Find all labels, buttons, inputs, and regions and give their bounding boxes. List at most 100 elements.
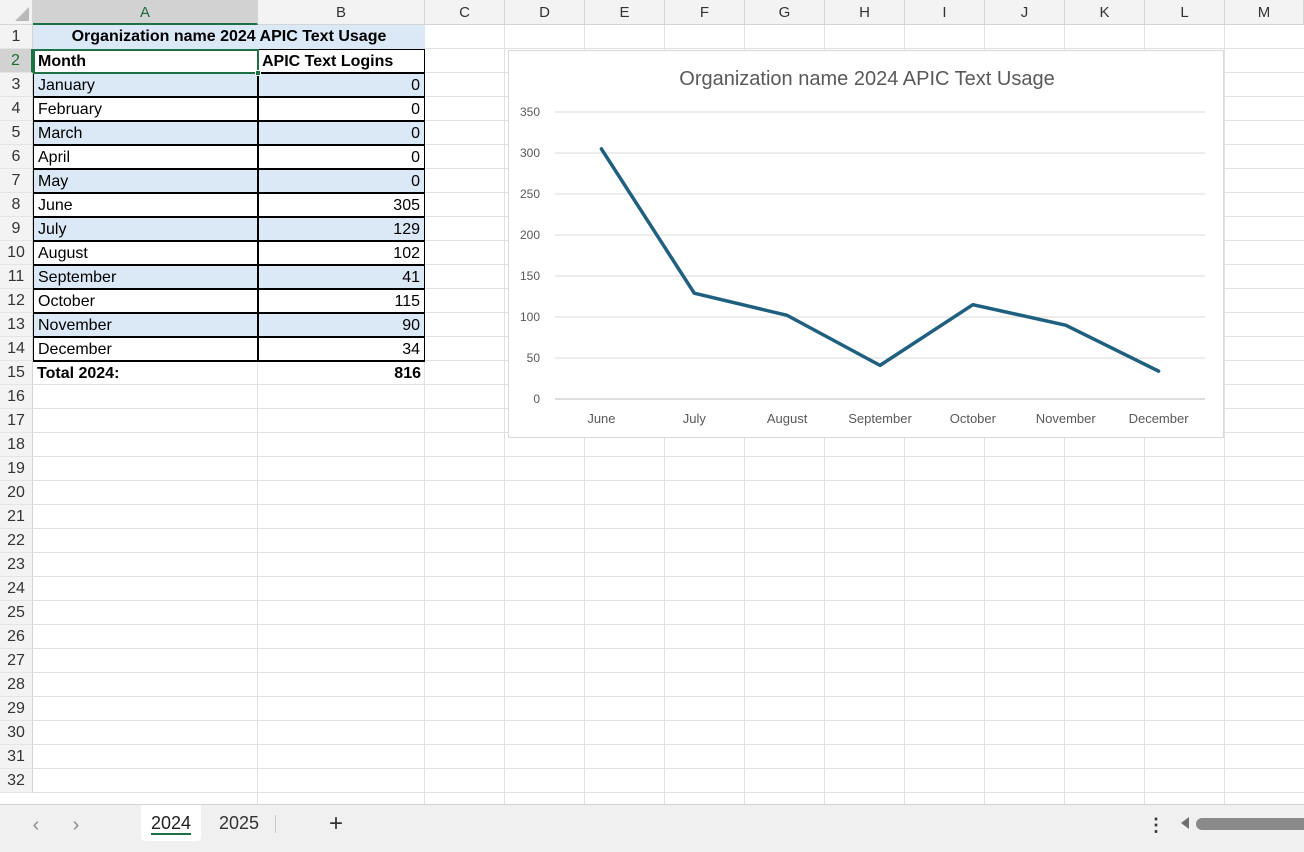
row-header-12[interactable]: 12 [0,289,33,313]
logins-cell[interactable]: 0 [258,169,425,193]
column-header-m[interactable]: M [1225,0,1304,25]
column-header-g[interactable]: G [745,0,825,25]
row-header-2[interactable]: 2 [0,49,33,73]
data-point[interactable] [971,303,975,307]
series-line[interactable] [599,147,1161,373]
month-cell[interactable]: January [33,73,258,97]
row-header-13[interactable]: 13 [0,313,33,337]
logins-cell[interactable]: 0 [258,73,425,97]
data-point[interactable] [692,291,696,295]
logins-cell[interactable]: 41 [258,265,425,289]
column-header-c[interactable]: C [425,0,505,25]
column-header-a[interactable]: A [33,0,258,25]
column-header-f[interactable]: F [665,0,745,25]
data-point[interactable] [785,313,789,317]
sheet-tab-2024[interactable]: 2024 [141,805,201,841]
row-header-27[interactable]: 27 [0,649,33,673]
row-header-25[interactable]: 25 [0,601,33,625]
row-header-11[interactable]: 11 [0,265,33,289]
row-header-16[interactable]: 16 [0,385,33,409]
row-header-30[interactable]: 30 [0,721,33,745]
logins-cell[interactable]: 0 [258,145,425,169]
row-header-19[interactable]: 19 [0,457,33,481]
row-gridline [33,504,1304,505]
chevron-left-icon[interactable]: ‹ [24,813,48,837]
table-title-cell[interactable]: Organization name 2024 APIC Text Usage [33,25,425,49]
horizontal-scrollbar-thumb[interactable] [1196,818,1304,830]
month-cell[interactable]: April [33,145,258,169]
row-header-20[interactable]: 20 [0,481,33,505]
data-point[interactable] [1064,323,1068,327]
column-header-l[interactable]: L [1145,0,1225,25]
row-header-14[interactable]: 14 [0,337,33,361]
month-cell[interactable]: September [33,265,258,289]
month-cell[interactable]: February [33,97,258,121]
month-cell[interactable]: October [33,289,258,313]
row-header-26[interactable]: 26 [0,625,33,649]
data-point[interactable] [878,363,882,367]
logins-cell[interactable]: 102 [258,241,425,265]
total-label-cell[interactable]: Total 2024: [33,361,258,385]
y-tick-label: 0 [533,392,540,406]
column-header-k[interactable]: K [1065,0,1145,25]
row-gridline [33,624,1304,625]
row-header-3[interactable]: 3 [0,73,33,97]
row-header-29[interactable]: 29 [0,697,33,721]
fill-handle[interactable] [255,70,261,76]
column-header-i[interactable]: I [905,0,985,25]
row-header-22[interactable]: 22 [0,529,33,553]
logins-cell[interactable]: 34 [258,337,425,361]
x-tick-label: December [1129,411,1190,426]
row-header-18[interactable]: 18 [0,433,33,457]
row-header-10[interactable]: 10 [0,241,33,265]
select-all-corner[interactable] [0,0,33,25]
month-cell[interactable]: December [33,337,258,361]
column-header-d[interactable]: D [505,0,585,25]
row-header-21[interactable]: 21 [0,505,33,529]
month-cell[interactable]: August [33,241,258,265]
logins-cell[interactable]: 305 [258,193,425,217]
column-header-h[interactable]: H [825,0,905,25]
row-gridline [33,768,1304,769]
row-header-7[interactable]: 7 [0,169,33,193]
logins-cell[interactable]: 129 [258,217,425,241]
more-options-icon[interactable]: ⋮ [1146,813,1166,837]
line-chart[interactable]: Organization name 2024 APIC Text Usage 0… [508,50,1224,438]
scroll-left-arrow-icon[interactable] [1181,817,1189,829]
row-header-8[interactable]: 8 [0,193,33,217]
total-value-cell[interactable]: 816 [258,361,425,385]
row-header-17[interactable]: 17 [0,409,33,433]
logins-cell[interactable]: 90 [258,313,425,337]
y-tick-label: 100 [520,310,540,324]
logins-cell[interactable]: 0 [258,97,425,121]
add-sheet-button[interactable]: + [322,811,350,837]
column-header-e[interactable]: E [585,0,665,25]
row-header-9[interactable]: 9 [0,217,33,241]
row-header-4[interactable]: 4 [0,97,33,121]
month-cell[interactable]: May [33,169,258,193]
row-header-24[interactable]: 24 [0,577,33,601]
row-header-28[interactable]: 28 [0,673,33,697]
row-header-5[interactable]: 5 [0,121,33,145]
row-header-6[interactable]: 6 [0,145,33,169]
sheet-tab-2025[interactable]: 2025 [206,805,272,841]
month-cell[interactable]: June [33,193,258,217]
logins-cell[interactable]: 115 [258,289,425,313]
chevron-right-icon[interactable]: › [64,813,88,837]
row-header-32[interactable]: 32 [0,769,33,793]
row-header-23[interactable]: 23 [0,553,33,577]
data-point[interactable] [1157,369,1161,373]
header-logins-cell[interactable]: APIC Text Logins [258,49,425,73]
month-cell[interactable]: July [33,217,258,241]
row-header-15[interactable]: 15 [0,361,33,385]
month-cell[interactable]: November [33,313,258,337]
row-header-1[interactable]: 1 [0,25,33,49]
month-cell[interactable]: March [33,121,258,145]
row-header-31[interactable]: 31 [0,745,33,769]
column-header-j[interactable]: J [985,0,1065,25]
column-header-b[interactable]: B [258,0,425,25]
status-bar [0,844,1304,852]
logins-cell[interactable]: 0 [258,121,425,145]
select-all-triangle-icon [15,7,29,21]
data-point[interactable] [599,147,603,151]
